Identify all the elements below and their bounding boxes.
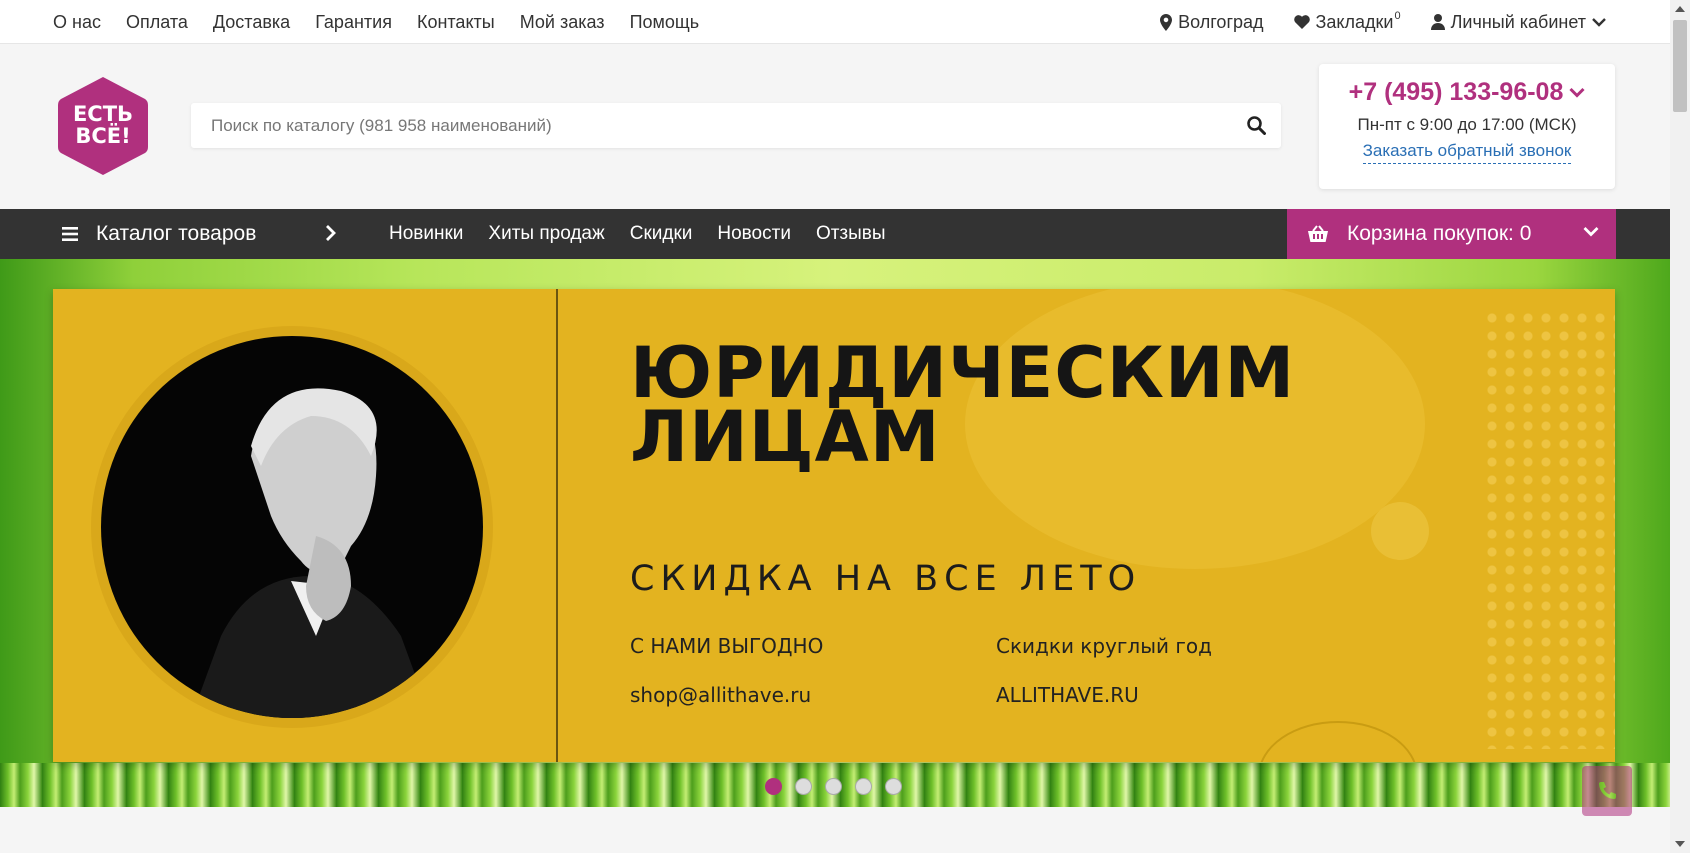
search-button[interactable] — [1243, 112, 1269, 138]
slider-dot-4[interactable] — [855, 778, 872, 795]
working-hours: Пн-пт с 9:00 до 17:00 (МСК) — [1357, 115, 1577, 134]
person-photo — [101, 336, 483, 718]
banner-subtitle: СКИДКА НА ВСЕ ЛЕТО — [630, 559, 1142, 599]
page-scrollbar[interactable] — [1670, 0, 1690, 853]
logo-text-line2: ВСЁ! — [75, 124, 131, 148]
scroll-down-arrow-icon[interactable] — [1675, 841, 1685, 847]
phone-icon — [1599, 782, 1616, 799]
scroll-up-arrow-icon[interactable] — [1675, 6, 1685, 12]
banner-divider — [556, 289, 558, 762]
nav-reviews[interactable]: Отзывы — [816, 223, 886, 245]
banner-site: ALLITHAVE.RU — [996, 683, 1139, 707]
banner-left-line1: С НАМИ ВЫГОДНО — [630, 634, 824, 658]
nav-new[interactable]: Новинки — [389, 223, 463, 245]
bookmarks-label: Закладки — [1315, 11, 1394, 32]
hamburger-icon — [62, 227, 78, 241]
chevron-right-icon — [326, 225, 336, 241]
decor-circle-small — [1371, 502, 1429, 560]
banner-background: ЮРИДИЧЕСКИМ ЛИЦАМ СКИДКА НА ВСЕ ЛЕТО С Н… — [0, 259, 1670, 807]
map-marker-icon — [1160, 13, 1173, 31]
chevron-down-icon — [1592, 18, 1606, 27]
slider-dot-1[interactable] — [765, 778, 782, 795]
banner-right-line1: Скидки круглый год — [996, 634, 1212, 658]
chevron-down-icon — [1583, 227, 1599, 237]
banner-headline: ЮРИДИЧЕСКИМ ЛИЦАМ — [630, 338, 1295, 478]
top-right-links: Волгоград Закладки 0 Личный кабинет — [1130, 0, 1606, 44]
bookmarks-link[interactable]: Закладки 0 — [1293, 10, 1401, 33]
city-label: Волгоград — [1178, 11, 1264, 32]
slider-pagination — [765, 778, 915, 795]
account-label: Личный кабинет — [1450, 11, 1586, 32]
search-input[interactable] — [191, 103, 1221, 148]
nav-discounts[interactable]: Скидки — [630, 223, 693, 245]
search-icon — [1246, 115, 1266, 135]
contact-box: +7 (495) 133-96-08 Пн-пт с 9:00 до 17:00… — [1319, 64, 1615, 189]
nav-news[interactable]: Новости — [717, 223, 791, 245]
phone-number[interactable]: +7 (495) 133-96-08 — [1319, 78, 1615, 107]
top-nav-help[interactable]: Помощь — [630, 12, 700, 33]
banner-slide[interactable]: ЮРИДИЧЕСКИМ ЛИЦАМ СКИДКА НА ВСЕ ЛЕТО С Н… — [53, 289, 1615, 762]
top-nav-delivery[interactable]: Доставка — [213, 12, 290, 33]
top-nav-contacts[interactable]: Контакты — [417, 12, 495, 33]
headline-line2: ЛИЦАМ — [630, 396, 941, 478]
top-nav-about[interactable]: О нас — [53, 12, 101, 33]
main-nav: Новинки Хиты продаж Скидки Новости Отзыв… — [389, 209, 911, 259]
top-nav: О нас Оплата Доставка Гарантия Контакты … — [53, 0, 724, 44]
top-nav-payment[interactable]: Оплата — [126, 12, 188, 33]
scrollbar-thumb[interactable] — [1673, 20, 1687, 112]
slider-dot-5[interactable] — [885, 778, 902, 795]
chevron-down-icon — [1569, 87, 1585, 98]
top-nav-my-order[interactable]: Мой заказ — [520, 12, 605, 33]
person-silhouette-icon — [191, 388, 431, 718]
basket-icon — [1308, 225, 1328, 242]
bookmarks-count: 0 — [1394, 10, 1401, 22]
main-menu-bar: Каталог товаров Новинки Хиты продаж Скид… — [0, 209, 1670, 259]
user-icon — [1430, 14, 1445, 30]
catalog-label: Каталог товаров — [96, 222, 257, 245]
decor-ring — [1258, 721, 1418, 762]
banner-email: shop@allithave.ru — [630, 683, 812, 707]
cart-button[interactable]: Корзина покупок: 0 — [1287, 209, 1616, 259]
logo[interactable]: ЕСТЬ ВСЁ! — [57, 75, 149, 177]
top-bar: О нас Оплата Доставка Гарантия Контакты … — [0, 0, 1670, 44]
logo-text: ЕСТЬ ВСЁ! — [57, 103, 149, 147]
nav-bestsellers[interactable]: Хиты продаж — [488, 223, 604, 245]
catalog-button[interactable]: Каталог товаров — [53, 209, 347, 259]
account-menu[interactable]: Личный кабинет — [1430, 11, 1606, 33]
site-header: ЕСТЬ ВСЁ! +7 (495) 133-96-08 Пн-пт с 9:0… — [0, 44, 1670, 209]
top-nav-warranty[interactable]: Гарантия — [315, 12, 392, 33]
cart-label: Корзина покупок: 0 — [1347, 222, 1532, 245]
slider-dot-3[interactable] — [825, 778, 842, 795]
city-selector[interactable]: Волгоград — [1160, 11, 1264, 33]
call-button[interactable] — [1582, 766, 1632, 816]
phone-number-text: +7 (495) 133-96-08 — [1348, 78, 1564, 106]
search-bar — [191, 103, 1281, 148]
decor-dots — [1483, 309, 1615, 749]
slider-dot-2[interactable] — [795, 778, 812, 795]
callback-link[interactable]: Заказать обратный звонок — [1362, 141, 1572, 164]
logo-text-line1: ЕСТЬ — [72, 102, 134, 126]
heart-icon — [1293, 15, 1310, 29]
